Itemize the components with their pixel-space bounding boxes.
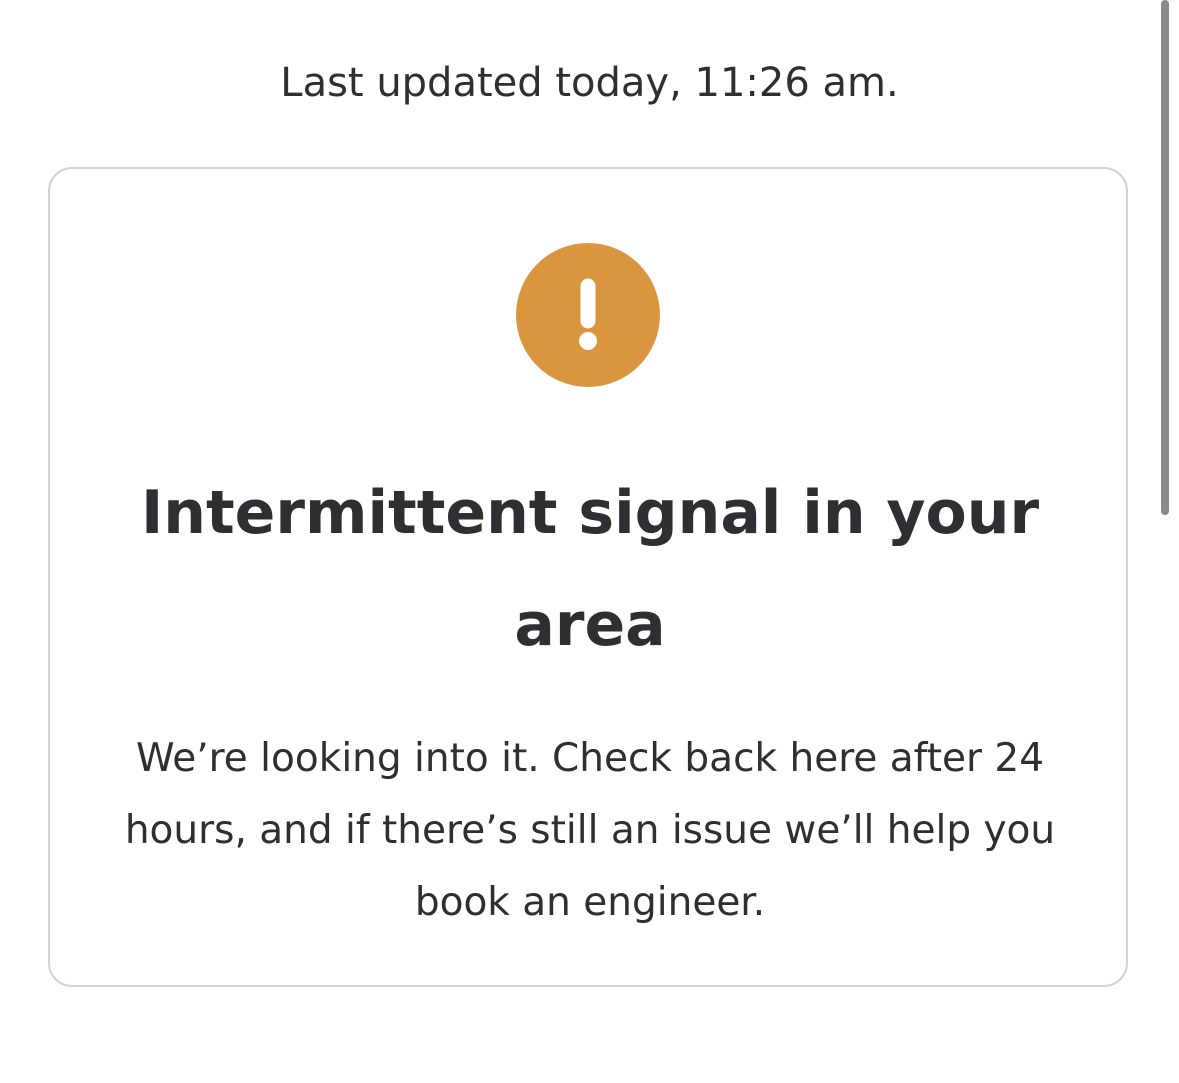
alert-title: Intermittent signal in your area: [140, 478, 1040, 660]
exclamation-icon: [579, 278, 597, 350]
alert-message: We’re looking into it. Check back here a…: [124, 736, 1056, 925]
warning-badge: [516, 243, 660, 387]
signal-status-card: Intermittent signal in your area We’re l…: [48, 167, 1128, 987]
last-updated-text: Last updated today, 11:26 am.: [280, 60, 899, 106]
